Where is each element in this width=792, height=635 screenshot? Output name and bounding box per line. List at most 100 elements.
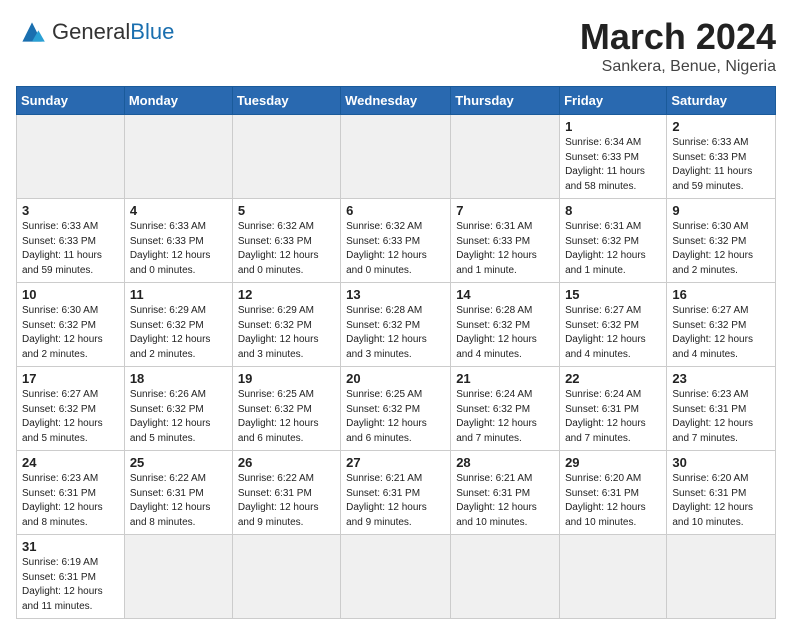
- calendar-cell: 16 Sunrise: 6:27 AM Sunset: 6:32 PM Dayli…: [667, 283, 776, 367]
- week-row-1: 1Sunrise: 6:34 AM Sunset: 6:33 PM Daylig…: [17, 115, 776, 199]
- calendar-cell: 28Sunrise: 6:21 AM Sunset: 6:31 PM Dayli…: [451, 451, 560, 535]
- calendar-cell: 12Sunrise: 6:29 AM Sunset: 6:32 PM Dayli…: [232, 283, 340, 367]
- calendar-cell: 13Sunrise: 6:28 AM Sunset: 6:32 PM Dayli…: [341, 283, 451, 367]
- day-info: Sunrise: 6:26 AM Sunset: 6:32 PM Dayligh…: [130, 388, 227, 446]
- day-number: 26: [238, 455, 335, 470]
- day-info: Sunrise: 6:25 AM Sunset: 6:32 PM Dayligh…: [346, 388, 445, 446]
- day-number: 6: [346, 203, 445, 218]
- day-number: 23: [672, 371, 770, 386]
- calendar-cell: [451, 535, 560, 619]
- week-row-4: 17 Sunrise: 6:27 AM Sunset: 6:32 PM Dayli…: [17, 367, 776, 451]
- calendar-cell: [341, 115, 451, 199]
- weekday-header-friday: Friday: [560, 87, 667, 115]
- day-number: 2: [672, 119, 770, 134]
- calendar-table: SundayMondayTuesdayWednesdayThursdayFrid…: [16, 86, 776, 619]
- day-number: 16: [672, 287, 770, 302]
- calendar-cell: 17 Sunrise: 6:27 AM Sunset: 6:32 PM Dayli…: [17, 367, 125, 451]
- weekday-header-sunday: Sunday: [17, 87, 125, 115]
- calendar-cell: [667, 535, 776, 619]
- calendar-title: March 2024: [580, 16, 776, 58]
- calendar-cell: 9Sunrise: 6:30 AM Sunset: 6:32 PM Daylig…: [667, 199, 776, 283]
- day-info: Sunrise: 6:32 AM Sunset: 6:33 PM Dayligh…: [238, 220, 335, 278]
- calendar-cell: 15 Sunrise: 6:27 AM Sunset: 6:32 PM Dayli…: [560, 283, 667, 367]
- day-number: 22: [565, 371, 661, 386]
- calendar-cell: 18 Sunrise: 6:26 AM Sunset: 6:32 PM Dayli…: [124, 367, 232, 451]
- day-info: Sunrise: 6:32 AM Sunset: 6:33 PM Dayligh…: [346, 220, 445, 278]
- day-info: Sunrise: 6:22 AM Sunset: 6:31 PM Dayligh…: [238, 472, 335, 530]
- day-info: Sunrise: 6:21 AM Sunset: 6:31 PM Dayligh…: [346, 472, 445, 530]
- week-row-3: 10 Sunrise: 6:30 AM Sunset: 6:32 PM Dayli…: [17, 283, 776, 367]
- calendar-cell: 3 Sunrise: 6:33 AM Sunset: 6:33 PM Daylig…: [17, 199, 125, 283]
- logo: GeneralBlue: [16, 16, 174, 48]
- day-number: 20: [346, 371, 445, 386]
- calendar-cell: 11 Sunrise: 6:29 AM Sunset: 6:32 PM Dayli…: [124, 283, 232, 367]
- weekday-header-row: SundayMondayTuesdayWednesdayThursdayFrid…: [17, 87, 776, 115]
- calendar-cell: 25Sunrise: 6:22 AM Sunset: 6:31 PM Dayli…: [124, 451, 232, 535]
- day-info: Sunrise: 6:24 AM Sunset: 6:31 PM Dayligh…: [565, 388, 661, 446]
- weekday-header-wednesday: Wednesday: [341, 87, 451, 115]
- day-number: 31: [22, 539, 119, 554]
- day-info: Sunrise: 6:23 AM Sunset: 6:31 PM Dayligh…: [672, 388, 770, 446]
- calendar-title-block: March 2024 Sankera, Benue, Nigeria: [580, 16, 776, 76]
- calendar-cell: [341, 535, 451, 619]
- calendar-cell: 2Sunrise: 6:33 AM Sunset: 6:33 PM Daylig…: [667, 115, 776, 199]
- page-header: GeneralBlue March 2024 Sankera, Benue, N…: [16, 16, 776, 76]
- day-info: Sunrise: 6:19 AM Sunset: 6:31 PM Dayligh…: [22, 556, 119, 614]
- logo-text: GeneralBlue: [52, 21, 174, 44]
- calendar-cell: 5 Sunrise: 6:32 AM Sunset: 6:33 PM Daylig…: [232, 199, 340, 283]
- day-info: Sunrise: 6:31 AM Sunset: 6:32 PM Dayligh…: [565, 220, 661, 278]
- calendar-cell: 10 Sunrise: 6:30 AM Sunset: 6:32 PM Dayli…: [17, 283, 125, 367]
- calendar-cell: 6 Sunrise: 6:32 AM Sunset: 6:33 PM Daylig…: [341, 199, 451, 283]
- day-info: Sunrise: 6:23 AM Sunset: 6:31 PM Dayligh…: [22, 472, 119, 530]
- day-number: 9: [672, 203, 770, 218]
- day-number: 29: [565, 455, 661, 470]
- calendar-cell: 7Sunrise: 6:31 AM Sunset: 6:33 PM Daylig…: [451, 199, 560, 283]
- calendar-cell: [17, 115, 125, 199]
- day-number: 3: [22, 203, 119, 218]
- weekday-header-saturday: Saturday: [667, 87, 776, 115]
- day-number: 27: [346, 455, 445, 470]
- calendar-cell: [232, 535, 340, 619]
- day-info: Sunrise: 6:27 AM Sunset: 6:32 PM Dayligh…: [22, 388, 119, 446]
- day-info: Sunrise: 6:24 AM Sunset: 6:32 PM Dayligh…: [456, 388, 554, 446]
- day-info: Sunrise: 6:27 AM Sunset: 6:32 PM Dayligh…: [672, 304, 770, 362]
- day-number: 4: [130, 203, 227, 218]
- calendar-cell: 26 Sunrise: 6:22 AM Sunset: 6:31 PM Dayli…: [232, 451, 340, 535]
- day-info: Sunrise: 6:30 AM Sunset: 6:32 PM Dayligh…: [22, 304, 119, 362]
- day-info: Sunrise: 6:27 AM Sunset: 6:32 PM Dayligh…: [565, 304, 661, 362]
- calendar-cell: 21 Sunrise: 6:24 AM Sunset: 6:32 PM Dayli…: [451, 367, 560, 451]
- calendar-cell: 31 Sunrise: 6:19 AM Sunset: 6:31 PM Dayli…: [17, 535, 125, 619]
- weekday-header-thursday: Thursday: [451, 87, 560, 115]
- day-info: Sunrise: 6:33 AM Sunset: 6:33 PM Dayligh…: [130, 220, 227, 278]
- day-number: 17: [22, 371, 119, 386]
- day-number: 21: [456, 371, 554, 386]
- day-number: 5: [238, 203, 335, 218]
- calendar-cell: 29 Sunrise: 6:20 AM Sunset: 6:31 PM Dayli…: [560, 451, 667, 535]
- day-info: Sunrise: 6:28 AM Sunset: 6:32 PM Dayligh…: [456, 304, 554, 362]
- logo-icon: [16, 16, 48, 48]
- day-number: 18: [130, 371, 227, 386]
- day-number: 19: [238, 371, 335, 386]
- calendar-subtitle: Sankera, Benue, Nigeria: [580, 58, 776, 76]
- calendar-cell: 14Sunrise: 6:28 AM Sunset: 6:32 PM Dayli…: [451, 283, 560, 367]
- day-number: 11: [130, 287, 227, 302]
- day-info: Sunrise: 6:20 AM Sunset: 6:31 PM Dayligh…: [672, 472, 770, 530]
- day-info: Sunrise: 6:28 AM Sunset: 6:32 PM Dayligh…: [346, 304, 445, 362]
- day-number: 10: [22, 287, 119, 302]
- calendar-cell: [560, 535, 667, 619]
- calendar-cell: 1Sunrise: 6:34 AM Sunset: 6:33 PM Daylig…: [560, 115, 667, 199]
- day-number: 8: [565, 203, 661, 218]
- day-number: 15: [565, 287, 661, 302]
- day-info: Sunrise: 6:29 AM Sunset: 6:32 PM Dayligh…: [130, 304, 227, 362]
- day-number: 28: [456, 455, 554, 470]
- day-info: Sunrise: 6:20 AM Sunset: 6:31 PM Dayligh…: [565, 472, 661, 530]
- week-row-5: 24 Sunrise: 6:23 AM Sunset: 6:31 PM Dayli…: [17, 451, 776, 535]
- day-number: 25: [130, 455, 227, 470]
- day-number: 24: [22, 455, 119, 470]
- calendar-cell: 23 Sunrise: 6:23 AM Sunset: 6:31 PM Dayli…: [667, 367, 776, 451]
- week-row-6: 31 Sunrise: 6:19 AM Sunset: 6:31 PM Dayli…: [17, 535, 776, 619]
- day-info: Sunrise: 6:33 AM Sunset: 6:33 PM Dayligh…: [22, 220, 119, 278]
- calendar-cell: 20 Sunrise: 6:25 AM Sunset: 6:32 PM Dayli…: [341, 367, 451, 451]
- day-info: Sunrise: 6:31 AM Sunset: 6:33 PM Dayligh…: [456, 220, 554, 278]
- day-info: Sunrise: 6:29 AM Sunset: 6:32 PM Dayligh…: [238, 304, 335, 362]
